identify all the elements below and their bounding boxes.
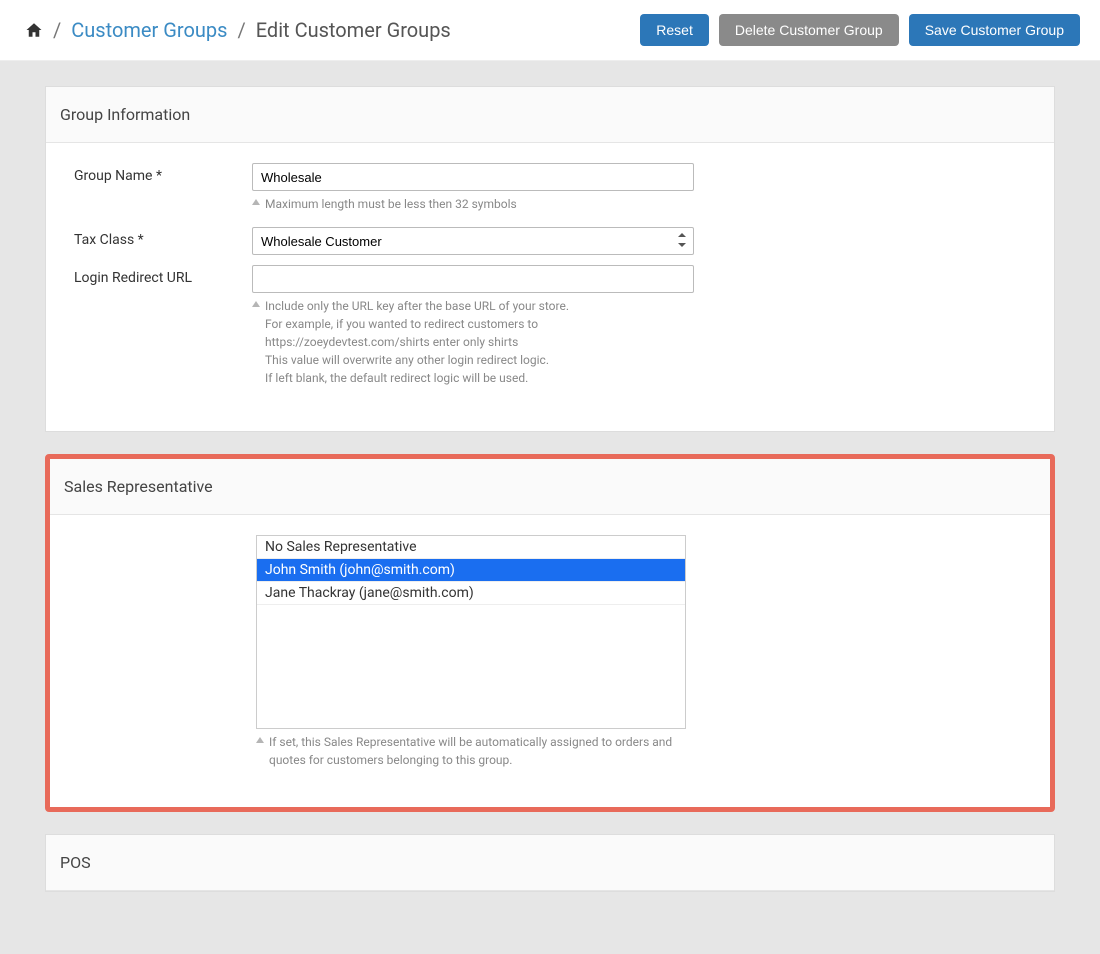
sales-rep-option[interactable]: John Smith (john@smith.com)	[257, 559, 685, 582]
group-name-helper: Maximum length must be less then 32 symb…	[252, 191, 694, 223]
panel-group-information: Group Information Group Name * Maximum l…	[45, 86, 1055, 432]
home-icon[interactable]	[25, 21, 43, 39]
panel-header-group-information: Group Information	[46, 87, 1054, 143]
login-redirect-url-input[interactable]	[252, 265, 694, 293]
tax-class-select[interactable]	[252, 227, 694, 255]
panel-pos: POS	[45, 834, 1055, 892]
panel-sales-representative: Sales Representative No Sales Representa…	[45, 454, 1055, 812]
breadcrumb-separator: /	[53, 18, 61, 42]
reset-button[interactable]: Reset	[640, 14, 709, 46]
breadcrumb-link-customer-groups[interactable]: Customer Groups	[71, 18, 227, 42]
topbar: / Customer Groups / Edit Customer Groups…	[0, 0, 1100, 61]
sales-rep-option[interactable]: No Sales Representative	[257, 536, 685, 559]
delete-customer-group-button[interactable]: Delete Customer Group	[719, 14, 899, 46]
page-body: Group Information Group Name * Maximum l…	[0, 61, 1100, 954]
save-customer-group-button[interactable]: Save Customer Group	[909, 14, 1080, 46]
panel-body-sales-representative: No Sales RepresentativeJohn Smith (john@…	[50, 515, 1050, 807]
action-buttons: Reset Delete Customer Group Save Custome…	[640, 14, 1080, 46]
panel-header-sales-representative: Sales Representative	[50, 459, 1050, 515]
sales-rep-option[interactable]: Jane Thackray (jane@smith.com)	[257, 582, 685, 605]
tax-class-label: Tax Class *	[74, 227, 252, 248]
sales-rep-listbox[interactable]: No Sales RepresentativeJohn Smith (john@…	[256, 535, 686, 729]
breadcrumb: / Customer Groups / Edit Customer Groups	[25, 18, 451, 42]
panel-body-group-information: Group Name * Maximum length must be less…	[46, 143, 1054, 431]
sales-rep-helper: If set, this Sales Representative will b…	[256, 729, 686, 779]
panel-header-pos: POS	[46, 835, 1054, 891]
breadcrumb-current: Edit Customer Groups	[256, 18, 451, 42]
login-redirect-url-helper: Include only the URL key after the base …	[252, 293, 694, 397]
group-name-label: Group Name *	[74, 163, 252, 184]
login-redirect-url-label: Login Redirect URL	[74, 265, 252, 286]
breadcrumb-separator: /	[237, 18, 245, 42]
group-name-input[interactable]	[252, 163, 694, 191]
